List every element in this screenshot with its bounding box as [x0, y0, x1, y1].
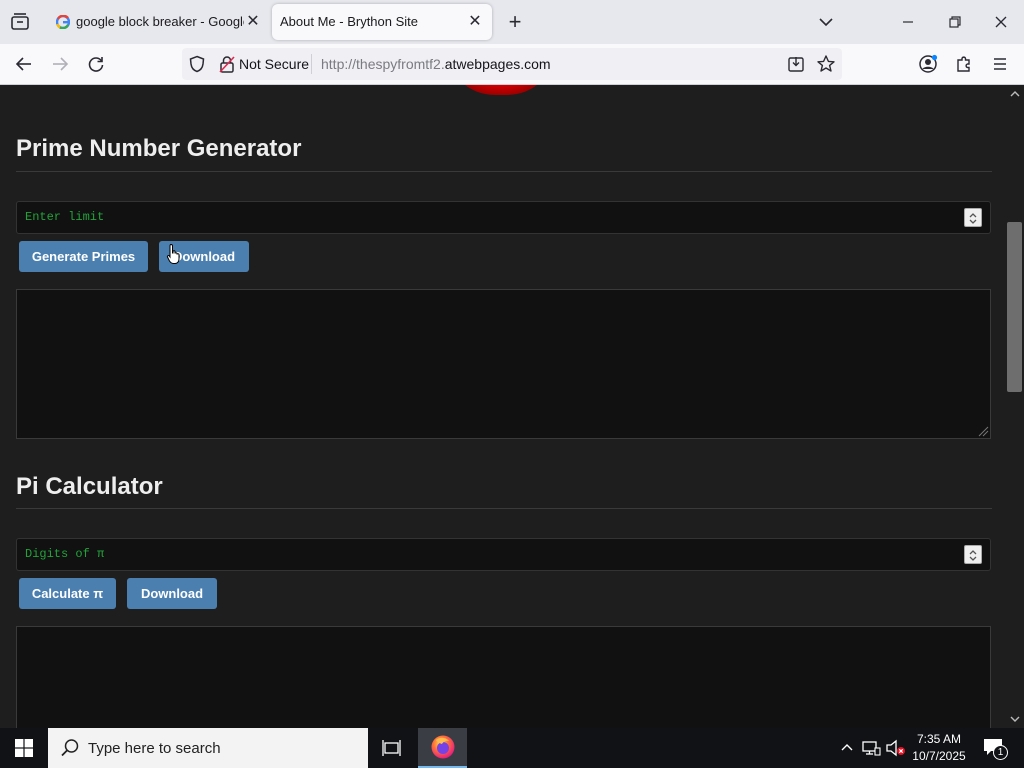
task-view-icon — [382, 740, 401, 756]
tab-list-icon — [11, 13, 29, 30]
arrow-right-icon — [53, 57, 69, 71]
tab-title: About Me - Brython Site — [280, 14, 419, 29]
pi-section-title: Pi Calculator — [16, 473, 163, 500]
firefox-icon — [431, 735, 454, 759]
prime-limit-placeholder: Enter limit — [25, 210, 105, 224]
account-button[interactable] — [914, 50, 942, 78]
tab-title: google block breaker - Google — [76, 14, 244, 29]
account-icon — [919, 54, 938, 73]
forward-button[interactable] — [46, 50, 74, 78]
arrow-left-icon — [15, 57, 31, 71]
url-text[interactable]: http://thespyfromtf2.atwebpages.com — [321, 56, 551, 72]
resize-grip-icon[interactable] — [977, 425, 989, 437]
number-spinner[interactable] — [964, 545, 982, 564]
restore-button[interactable] — [943, 10, 967, 34]
url-bar[interactable]: Not Secure http://thespyfromtf2.atwebpag… — [182, 48, 842, 80]
new-tab-button[interactable]: + — [502, 10, 528, 36]
clock-time: 7:35 AM — [916, 732, 962, 746]
tab-strip: google block breaker - Google ✕ About Me… — [0, 0, 1024, 44]
firefox-taskbar-button[interactable] — [418, 728, 467, 768]
windows-taskbar: Type here to search 7:35 AM 10/7/2025 1 — [0, 728, 1024, 768]
close-window-button[interactable] — [989, 10, 1013, 34]
security-label[interactable]: Not Secure — [239, 56, 309, 72]
prime-limit-input[interactable]: Enter limit — [16, 201, 991, 234]
hamburger-menu-icon — [994, 58, 1006, 70]
spinner-arrows-icon — [969, 213, 977, 224]
red-orb-image — [445, 85, 557, 95]
pi-digits-placeholder: Digits of π — [25, 547, 105, 561]
tab-close-icon[interactable]: ✕ — [244, 13, 262, 31]
pi-output-textarea[interactable] — [16, 626, 991, 728]
minimize-button[interactable] — [896, 10, 920, 34]
task-view-button[interactable] — [372, 728, 412, 768]
extensions-button[interactable] — [950, 50, 978, 78]
show-hidden-icons-button[interactable] — [838, 738, 856, 758]
search-icon — [61, 739, 79, 757]
tab-google-search[interactable]: google block breaker - Google ✕ — [48, 4, 270, 40]
clock[interactable]: 7:35 AM 10/7/2025 — [906, 731, 972, 765]
notification-badge: 1 — [993, 745, 1008, 760]
volume-muted-icon — [886, 739, 905, 757]
minimize-icon — [903, 21, 913, 23]
tab-about-me[interactable]: About Me - Brython Site ✕ — [272, 4, 492, 40]
network-tray-icon[interactable] — [861, 738, 881, 758]
spinner-arrows-icon — [969, 550, 977, 561]
page-scrollbar[interactable] — [1006, 85, 1024, 728]
pi-download-button[interactable]: Download — [127, 578, 217, 609]
reload-button[interactable] — [82, 50, 110, 78]
page-content: Prime Number Generator Enter limit Gener… — [0, 85, 1006, 728]
prime-section-divider — [16, 171, 992, 172]
pi-section-divider — [16, 508, 992, 509]
url-prefix: http://thespyfromtf2. — [321, 56, 445, 72]
tab-list-button[interactable] — [8, 10, 32, 34]
hand-cursor-icon — [166, 243, 180, 264]
lock-insecure-icon[interactable] — [219, 55, 235, 78]
scrollbar-thumb[interactable] — [1007, 222, 1022, 392]
navigation-toolbar: Not Secure http://thespyfromtf2.atwebpag… — [0, 44, 1024, 85]
chevron-down-icon — [819, 18, 833, 27]
scroll-up-icon[interactable] — [1006, 87, 1024, 101]
reload-icon — [88, 57, 104, 72]
puzzle-icon — [957, 56, 970, 72]
close-icon — [995, 16, 1007, 28]
notification-center-button[interactable]: 1 — [980, 736, 1010, 762]
generate-primes-button[interactable]: Generate Primes — [19, 241, 148, 272]
tab-overflow-button[interactable] — [814, 10, 838, 34]
install-app-icon[interactable] — [787, 55, 805, 78]
tab-close-icon[interactable]: ✕ — [466, 13, 484, 31]
scroll-down-icon[interactable] — [1006, 712, 1024, 726]
chevron-up-icon — [841, 744, 853, 751]
calculate-pi-button[interactable]: Calculate π — [19, 578, 116, 609]
search-placeholder: Type here to search — [88, 739, 221, 757]
bookmark-star-icon[interactable] — [816, 54, 836, 79]
shield-icon[interactable] — [188, 55, 206, 78]
windows-logo-icon — [15, 739, 33, 757]
network-icon — [862, 741, 881, 756]
volume-tray-icon[interactable] — [885, 738, 907, 758]
url-domain: atwebpages.com — [444, 56, 551, 72]
prime-output-textarea[interactable] — [16, 289, 991, 439]
plus-icon: + — [508, 9, 522, 34]
number-spinner[interactable] — [964, 208, 982, 227]
restore-icon — [949, 16, 961, 28]
url-separator — [311, 54, 312, 74]
taskbar-search-box[interactable]: Type here to search — [48, 728, 368, 768]
start-button[interactable] — [0, 728, 48, 768]
google-favicon-icon — [55, 14, 71, 30]
back-button[interactable] — [10, 50, 38, 78]
prime-section-title: Prime Number Generator — [16, 135, 302, 162]
menu-button[interactable] — [986, 50, 1014, 78]
clock-date: 10/7/2025 — [912, 749, 966, 763]
pi-digits-input[interactable]: Digits of π — [16, 538, 991, 571]
